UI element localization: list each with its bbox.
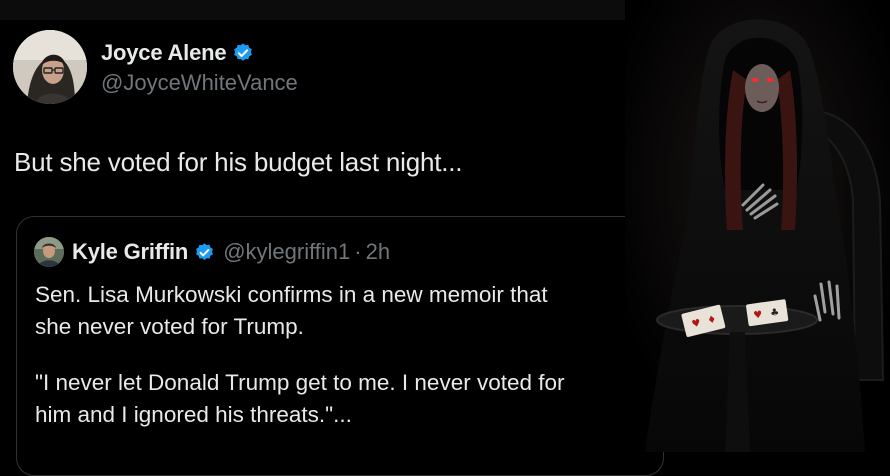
quote-paragraph: "I never let Donald Trump get to me. I n… <box>35 370 565 427</box>
verified-badge-icon <box>232 42 254 64</box>
author-handle[interactable]: @JoyceWhiteVance <box>101 70 298 96</box>
tweet[interactable]: Joyce Alene @JoyceWhiteVance But she vot… <box>0 20 676 476</box>
top-strip <box>0 0 676 20</box>
hooded-figure-image: ♥ ♦ ♥ ♣ <box>625 0 890 453</box>
quote-header: Kyle Griffin @kylegriffin1 · 2h <box>34 237 390 267</box>
avatar[interactable] <box>13 30 87 104</box>
quote-tweet-card[interactable]: Kyle Griffin @kylegriffin1 · 2h Sen. Lis… <box>16 216 664 476</box>
svg-text:♣: ♣ <box>770 307 780 319</box>
quote-body: Sen. Lisa Murkowski confirms in a new me… <box>35 279 645 431</box>
quote-author-handle[interactable]: @kylegriffin1 <box>223 239 350 265</box>
tweet-text: But she voted for his budget last night.… <box>14 147 463 177</box>
author-name[interactable]: Joyce Alene <box>101 40 227 66</box>
avatar-image <box>13 30 87 104</box>
quote-avatar-image <box>34 237 64 267</box>
author-name-row[interactable]: Joyce Alene <box>101 38 254 68</box>
quote-author-name[interactable]: Kyle Griffin <box>72 239 188 265</box>
quote-timestamp[interactable]: 2h <box>366 239 390 265</box>
verified-badge-icon <box>194 242 215 263</box>
quote-avatar[interactable] <box>34 237 64 267</box>
quote-separator: · <box>354 239 362 264</box>
svg-text:♥: ♥ <box>753 309 763 321</box>
quote-paragraph: Sen. Lisa Murkowski confirms in a new me… <box>35 282 548 339</box>
